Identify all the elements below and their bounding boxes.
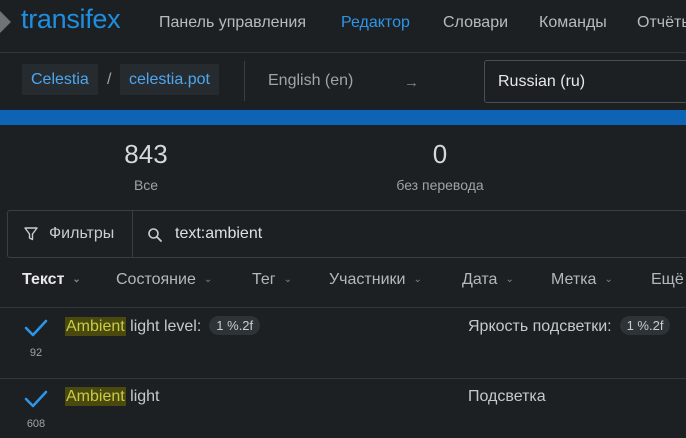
target-language-select[interactable]: Russian (ru)	[484, 60, 686, 103]
funnel-icon	[24, 227, 38, 241]
source-string: Ambient light	[65, 387, 160, 406]
breadcrumb-separator: /	[107, 71, 112, 88]
column-text[interactable]: Текст ⌄	[22, 271, 81, 289]
arrow-right-icon: →	[404, 74, 419, 91]
stat-all-label: Все	[133, 177, 159, 193]
column-status-label: Состояние	[116, 271, 196, 288]
column-status[interactable]: Состояние ⌄	[116, 271, 212, 289]
target-language-value: Russian (ru)	[498, 73, 586, 90]
translation-text: Яркость подсветки:	[468, 318, 612, 335]
column-label[interactable]: Метка ⌄	[551, 271, 613, 289]
stat-untranslated-label: без перевода	[396, 177, 484, 193]
source-text: light level:	[125, 318, 202, 335]
checkmark-icon	[24, 319, 48, 337]
divider	[244, 61, 245, 101]
column-date-label: Дата	[462, 271, 498, 288]
placeholder-tag: 1 %.2f	[619, 316, 671, 335]
chevron-down-icon: ⌄	[203, 274, 213, 285]
table-row[interactable]: 92 Ambient light level: 1 %.2f Яркость по…	[0, 308, 686, 378]
column-tag-label: Тег	[252, 271, 276, 288]
source-string: Ambient light level: 1 %.2f	[65, 316, 261, 336]
column-more-label: Ещё	[651, 271, 684, 288]
chevron-down-icon: ⌄	[604, 274, 613, 285]
filters-label: Фильтры	[49, 225, 115, 242]
breadcrumb-project[interactable]: Celestia	[22, 64, 98, 95]
breadcrumb-resource[interactable]: celestia.pot	[120, 64, 219, 95]
column-tag[interactable]: Тег ⌄	[252, 271, 292, 289]
translation-text: Подсветка	[468, 388, 546, 405]
filters-button[interactable]: Фильтры	[8, 211, 133, 257]
column-text-label: Текст	[22, 271, 65, 288]
search-input[interactable]	[133, 211, 686, 257]
nav-glossary[interactable]: Словари	[443, 14, 508, 32]
chevron-down-icon: ⌄	[413, 274, 422, 285]
nav-teams[interactable]: Команды	[539, 14, 607, 32]
top-navigation: transifex Панель управления Редактор Сло…	[0, 0, 686, 53]
nav-reports[interactable]: Отчёты	[637, 14, 686, 32]
search-highlight: Ambient	[65, 387, 126, 406]
checkmark-icon	[24, 390, 48, 408]
row-number: 92	[29, 347, 43, 359]
sidebar-toggle-icon[interactable]	[0, 11, 11, 33]
chevron-down-icon: ⌄	[283, 274, 292, 285]
column-date[interactable]: Дата ⌄	[462, 271, 514, 289]
progress-fill	[0, 110, 686, 125]
filter-bar: Фильтры	[7, 210, 686, 258]
source-text: light	[125, 388, 160, 405]
placeholder-tag: 1 %.2f	[209, 316, 261, 335]
search-highlight: Ambient	[65, 317, 126, 336]
translation-string: Яркость подсветки: 1 %.2f	[468, 316, 671, 336]
transifex-logo[interactable]: transifex	[21, 4, 121, 35]
translation-progress-bar	[0, 110, 686, 125]
nav-dashboard[interactable]: Панель управления	[159, 14, 306, 32]
chevron-down-icon: ⌄	[72, 274, 81, 285]
column-contributors-label: Участники	[329, 271, 406, 288]
stat-untranslated-count[interactable]: 0	[380, 139, 500, 170]
column-contributors[interactable]: Участники ⌄	[329, 271, 422, 289]
translation-string: Подсветка	[468, 388, 546, 406]
chevron-down-icon: ⌄	[505, 274, 514, 285]
row-number: 608	[26, 418, 46, 430]
source-language: English (en)	[268, 72, 354, 89]
column-more[interactable]: Ещё	[651, 271, 684, 289]
table-row[interactable]: 608 Ambient light Подсветка	[0, 379, 686, 438]
nav-editor[interactable]: Редактор	[341, 14, 410, 32]
context-bar: Celestia / celestia.pot English (en) → R…	[0, 53, 686, 110]
stat-all-count[interactable]: 843	[86, 139, 206, 170]
column-label-label: Метка	[551, 271, 597, 288]
